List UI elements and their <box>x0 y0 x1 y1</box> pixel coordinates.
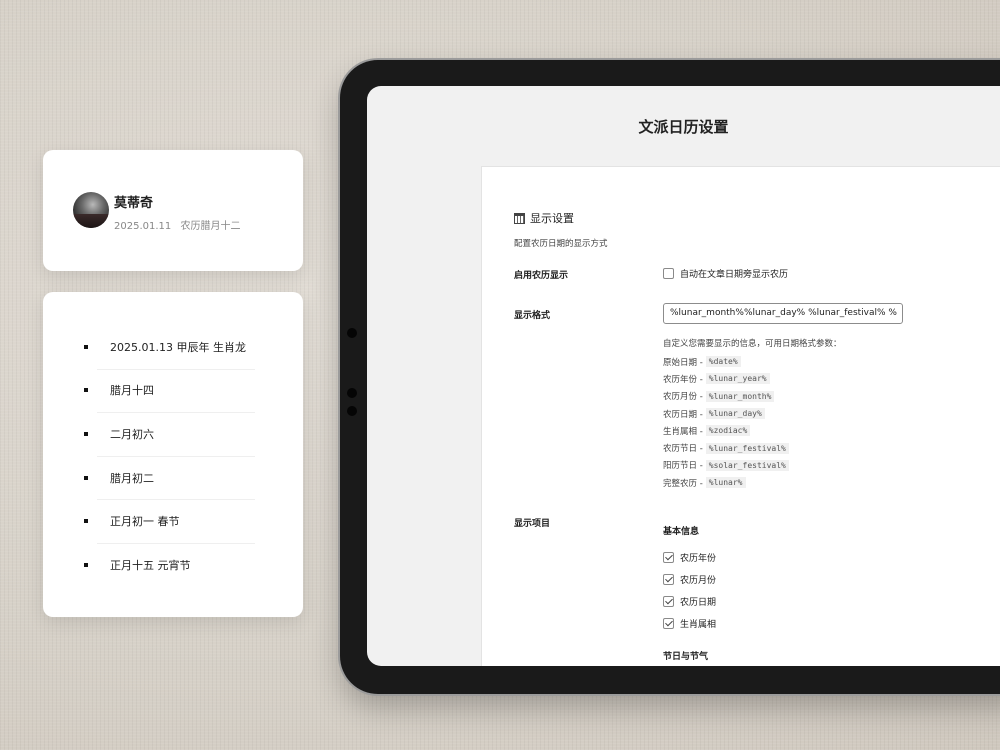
bullet-icon <box>84 431 88 436</box>
param-row: 原始日期 - %date% <box>663 353 842 370</box>
lunar-list-card: 2025.01.13 甲辰年 生肖龙 腊月十四 二月初六 腊月初二 正月初一 春… <box>43 292 303 617</box>
lunar-year-checkbox[interactable] <box>663 552 674 563</box>
section-title: 显示设置 <box>530 212 574 225</box>
list-item: 腊月十四 <box>83 368 255 413</box>
format-help: 自定义您需要显示的信息，可用日期格式参数： 原始日期 - %date% 农历年份 … <box>663 337 842 491</box>
param-row: 农历日期 - %lunar_day% <box>663 405 842 422</box>
profile-lunar-date: 农历腊月十二 <box>180 221 241 232</box>
param-row: 农历月份 - %lunar_month% <box>663 388 842 405</box>
list-item: 二月初六 <box>83 412 255 456</box>
bullet-icon <box>84 388 88 393</box>
profile-name: 莫蒂奇 <box>114 196 154 211</box>
option-lunar-year[interactable]: 农历年份 <box>663 551 716 564</box>
format-label: 显示格式 <box>514 311 551 321</box>
basic-info-title: 基本信息 <box>663 527 700 537</box>
option-lunar-month[interactable]: 农历月份 <box>663 573 716 586</box>
param-row: 农历节日 - %lunar_festival% <box>663 439 842 456</box>
festival-group-title: 节日与节气 <box>663 652 709 662</box>
profile-card: 莫蒂奇 2025.01.11 农历腊月十二 <box>43 150 303 271</box>
lunar-day-checkbox[interactable] <box>663 596 674 607</box>
help-intro: 自定义您需要显示的信息，可用日期格式参数： <box>663 339 842 349</box>
section-description: 配置农历日期的显示方式 <box>514 239 608 249</box>
page-title: 文派日历设置 <box>638 118 729 136</box>
param-code: %zodiac% <box>705 425 751 437</box>
enable-lunar-label: 启用农历显示 <box>514 271 569 281</box>
option-lunar-day[interactable]: 农历日期 <box>663 595 716 608</box>
display-items-label: 显示项目 <box>514 519 551 529</box>
bullet-icon <box>84 562 88 567</box>
param-code: %solar_festival% <box>705 459 789 471</box>
param-row: 生肖属相 - %zodiac% <box>663 422 842 439</box>
profile-date-line: 2025.01.11 农历腊月十二 <box>114 217 240 232</box>
enable-lunar-checkbox[interactable] <box>663 268 674 279</box>
list-item: 正月十五 元宵节 <box>83 542 255 587</box>
bullet-icon <box>84 519 88 524</box>
enable-lunar-checkbox-label: 自动在文章日期旁显示农历 <box>680 270 789 280</box>
zodiac-checkbox[interactable] <box>663 618 674 629</box>
section-header: 显示设置 <box>514 210 574 226</box>
calendar-icon <box>514 212 525 224</box>
lunar-list: 2025.01.13 甲辰年 生肖龙 腊月十四 二月初六 腊月初二 正月初一 春… <box>83 325 255 587</box>
tablet-screen: 文派日历设置 显示设置 配置农历日期的显示方式 启用农历显示 自动在文章日期旁显… <box>367 86 1000 666</box>
param-code: %lunar% <box>705 477 746 489</box>
param-code: %lunar_month% <box>705 390 775 402</box>
list-item: 2025.01.13 甲辰年 生肖龙 <box>83 325 255 369</box>
tablet-frame: 文派日历设置 显示设置 配置农历日期的显示方式 启用农历显示 自动在文章日期旁显… <box>340 60 1000 694</box>
enable-lunar-option[interactable]: 自动在文章日期旁显示农历 <box>663 267 788 280</box>
param-row: 阳历节日 - %solar_festival% <box>663 457 842 474</box>
avatar[interactable] <box>73 192 109 228</box>
list-item: 腊月初二 <box>83 455 255 500</box>
param-row: 农历年份 - %lunar_year% <box>663 370 842 387</box>
option-zodiac[interactable]: 生肖属相 <box>663 617 716 630</box>
param-row: 完整农历 - %lunar% <box>663 474 842 491</box>
sensor-icon <box>347 388 357 398</box>
list-item: 正月初一 春节 <box>83 499 255 543</box>
bullet-icon <box>84 344 88 349</box>
sensor-icon <box>347 406 357 416</box>
profile-date: 2025.01.11 <box>114 221 172 232</box>
param-code: %lunar_year% <box>705 373 770 385</box>
lunar-month-checkbox[interactable] <box>663 574 674 585</box>
bullet-icon <box>84 475 88 480</box>
param-code: %lunar_day% <box>705 408 765 420</box>
param-code: %date% <box>705 356 741 368</box>
camera-icon <box>347 328 357 338</box>
format-input[interactable]: %lunar_month%%lunar_day% %lunar_festival… <box>663 303 903 324</box>
settings-panel: 显示设置 配置农历日期的显示方式 启用农历显示 自动在文章日期旁显示农历 显示格… <box>481 166 1000 666</box>
param-code: %lunar_festival% <box>705 442 789 454</box>
